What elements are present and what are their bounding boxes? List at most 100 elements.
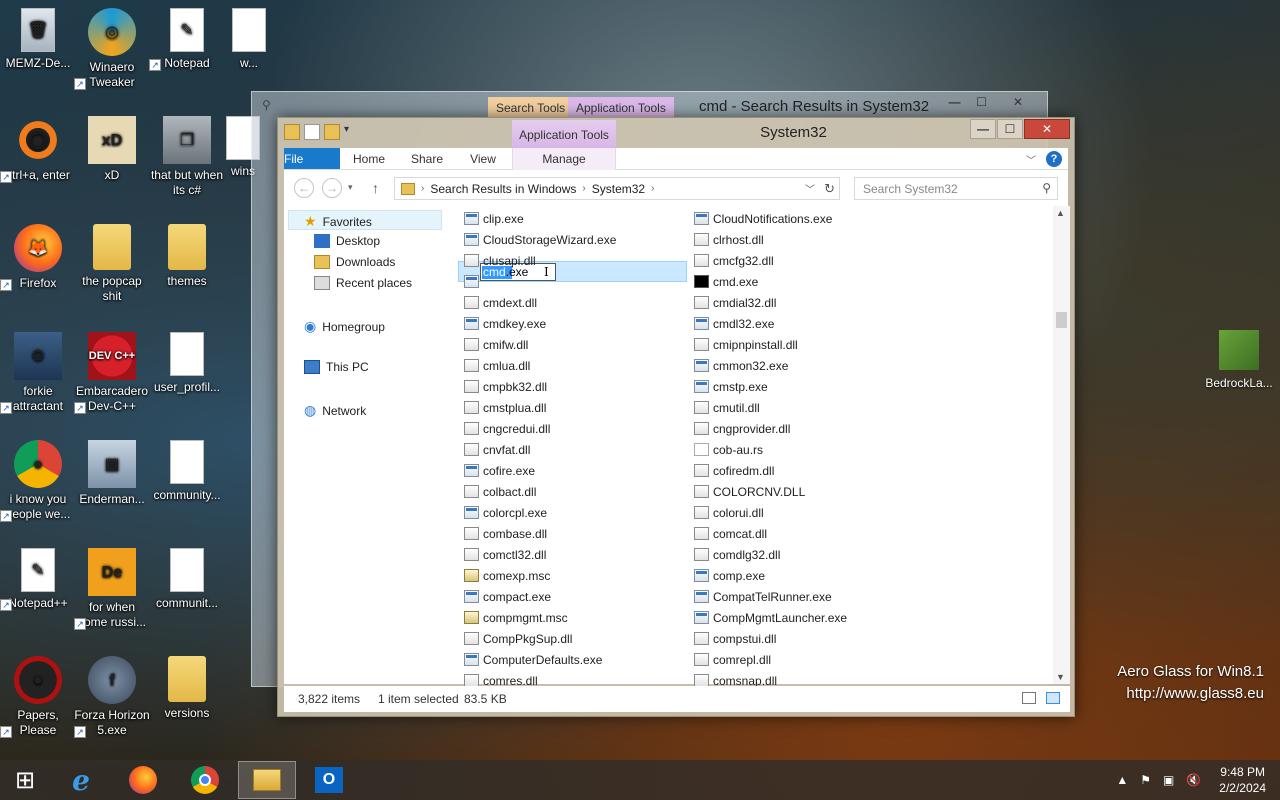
desktop-icon-item[interactable]: xD xD (74, 116, 150, 183)
desktop-icon-item[interactable]: community... (149, 440, 225, 503)
file-item[interactable]: cmdext.dll (464, 292, 537, 313)
desktop-icon-item[interactable]: themes (149, 224, 225, 289)
show-hidden-icons-icon[interactable]: ▲ (1116, 773, 1128, 787)
file-item[interactable]: cmd.exe (694, 271, 758, 292)
file-item[interactable]: cmstp.exe (694, 376, 768, 397)
desktop-icon-item[interactable]: ◯ ↗ ctrl+a, enter (0, 116, 76, 183)
nav-recent-places[interactable]: Recent places (314, 276, 412, 290)
file-item[interactable]: cob-au.rs (694, 439, 763, 460)
refresh-icon[interactable]: ↻ (824, 181, 835, 197)
nav-network[interactable]: ◍ Network (304, 402, 366, 419)
desktop-icon-item[interactable]: ▦ Enderman... (74, 440, 150, 507)
search-input[interactable]: Search System32 ⚲ (854, 177, 1058, 200)
large-icons-view-icon[interactable] (1046, 692, 1060, 704)
file-item[interactable]: CompatTelRunner.exe (694, 586, 832, 607)
desktop-icon-item[interactable]: ❐ that but when its c# (149, 116, 225, 198)
address-dropdown-icon[interactable]: ﹀ (805, 181, 815, 196)
file-item[interactable]: cnvfat.dll (464, 439, 530, 460)
file-item[interactable]: cmdl32.exe (694, 313, 774, 334)
file-item[interactable]: cofire.exe (464, 460, 535, 481)
file-item[interactable]: clrhost.dll (694, 229, 764, 250)
help-icon[interactable]: ? (1046, 151, 1062, 167)
desktop-icon-item[interactable]: versions (149, 656, 225, 721)
file-item[interactable]: cmstplua.dll (464, 397, 546, 418)
breadcrumb-separator-icon[interactable]: › (651, 183, 654, 194)
address-bar[interactable]: › Search Results in Windows › System32 ›… (394, 177, 840, 200)
nav-homegroup[interactable]: ◉ Homegroup (304, 318, 385, 335)
desktop-icon-item[interactable]: De ↗ for when some russi... (74, 548, 150, 630)
file-item[interactable]: compmgmt.msc (464, 607, 568, 628)
file-item[interactable]: cngprovider.dll (694, 418, 790, 439)
back-close-button[interactable]: ✕ (995, 92, 1041, 112)
scroll-thumb[interactable] (1056, 312, 1067, 328)
file-item[interactable]: cmdkey.exe (464, 313, 546, 334)
back-maximize-button[interactable]: ☐ (968, 92, 995, 112)
up-arrow-icon[interactable]: ↑ (372, 180, 379, 196)
file-item[interactable]: clip.exe (464, 208, 524, 229)
scroll-down-icon[interactable]: ▼ (1056, 672, 1065, 682)
file-item[interactable]: comexp.msc (464, 565, 550, 586)
back-minimize-button[interactable]: — (941, 92, 968, 112)
details-view-icon[interactable] (1022, 692, 1036, 704)
tab-file[interactable]: File (284, 148, 340, 169)
taskbar-outlook[interactable]: O (300, 761, 358, 799)
file-item[interactable]: cngcredui.dll (464, 418, 550, 439)
file-item[interactable]: combase.dll (464, 523, 547, 544)
tab-home[interactable]: Home (346, 148, 392, 170)
back-arrow-icon[interactable]: ← (294, 178, 314, 198)
file-item[interactable]: colbact.dll (464, 481, 536, 502)
vertical-scrollbar[interactable]: ▲ ▼ (1053, 206, 1070, 684)
file-item[interactable]: comdlg32.dll (694, 544, 780, 565)
file-item[interactable]: comcat.dll (694, 523, 767, 544)
back-window-titlebar[interactable]: ⚲ Search Tools Application Tools cmd - S… (252, 92, 1047, 118)
file-item[interactable]: cmipnpinstall.dll (694, 334, 798, 355)
breadcrumb-search-results[interactable]: Search Results in Windows (430, 182, 576, 196)
desktop-icon-item[interactable]: ● ↗ i know you people we... (0, 440, 76, 522)
search-tools-tab[interactable]: Search Tools (488, 97, 574, 118)
file-item[interactable]: cmlua.dll (464, 355, 530, 376)
maximize-button[interactable]: ☐ (997, 119, 1023, 139)
file-item[interactable]: cmifw.dll (464, 334, 528, 355)
window-titlebar[interactable]: ▾ Application Tools System32 — ☐ ✕ (278, 118, 1074, 148)
desktop-icon-item[interactable]: DEV C++ ↗ Embarcadero Dev-C++ (74, 332, 150, 414)
taskbar-file-explorer[interactable] (238, 761, 296, 799)
file-item[interactable]: compstui.dll (694, 628, 776, 649)
file-item[interactable]: ComputerDefaults.exe (464, 649, 602, 670)
desktop-icon-item[interactable]: user_profil... (149, 332, 225, 395)
taskbar-internet-explorer[interactable]: e (52, 761, 110, 799)
file-item[interactable]: COLORCNV.DLL (694, 481, 805, 502)
file-item[interactable]: CloudStorageWizard.exe (464, 229, 616, 250)
desktop-icon-item[interactable]: ● ↗ Papers, Please (0, 656, 76, 738)
file-item[interactable]: clusapi.dll (464, 250, 536, 271)
desktop-icon-item[interactable]: ⚙ ↗ forkie attractant (0, 332, 76, 414)
clock[interactable]: 9:48 PM 2/2/2024 (1219, 764, 1266, 796)
desktop-icon-item[interactable]: the popcap shit (74, 224, 150, 304)
desktop-icon-bedrock[interactable]: BedrockLa... (1201, 330, 1277, 390)
file-item[interactable]: comctl32.dll (464, 544, 546, 565)
back-application-tools-tab[interactable]: Application Tools (568, 97, 674, 118)
taskbar-firefox[interactable] (114, 761, 172, 799)
nav-favorites[interactable]: ★ Favorites (304, 213, 372, 230)
breadcrumb-separator-icon[interactable]: › (421, 183, 424, 194)
expand-ribbon-icon[interactable]: ﹀ (1026, 152, 1036, 167)
tab-manage[interactable]: Manage (512, 148, 616, 170)
recent-locations-icon[interactable]: ▾ (348, 182, 353, 193)
file-item[interactable]: cmdial32.dll (694, 292, 776, 313)
file-item[interactable]: CompMgmtLauncher.exe (694, 607, 847, 628)
desktop-icon-item[interactable]: communit... (149, 548, 225, 611)
file-item[interactable]: compact.exe (464, 586, 551, 607)
file-item[interactable]: cmcfg32.dll (694, 250, 774, 271)
breadcrumb-separator-icon[interactable]: › (582, 183, 585, 194)
search-icon[interactable]: ⚲ (1042, 181, 1051, 195)
taskbar-chrome[interactable] (176, 761, 234, 799)
minimize-button[interactable]: — (970, 119, 996, 139)
breadcrumb-system32[interactable]: System32 (592, 182, 645, 196)
network-tray-icon[interactable]: ▣ (1163, 773, 1174, 787)
desktop-icon-item[interactable]: ✎ ↗ Notepad (149, 8, 225, 71)
tab-view[interactable]: View (460, 148, 506, 170)
desktop-icon-item[interactable]: ✎ ↗ Notepad++ (0, 548, 76, 611)
file-item[interactable]: colorcpl.exe (464, 502, 547, 523)
file-item[interactable]: comrepl.dll (694, 649, 771, 670)
desktop-icon-item[interactable]: f ↗ Forza Horizon 5.exe (74, 656, 150, 738)
volume-muted-icon[interactable]: 🔇 (1186, 773, 1201, 787)
